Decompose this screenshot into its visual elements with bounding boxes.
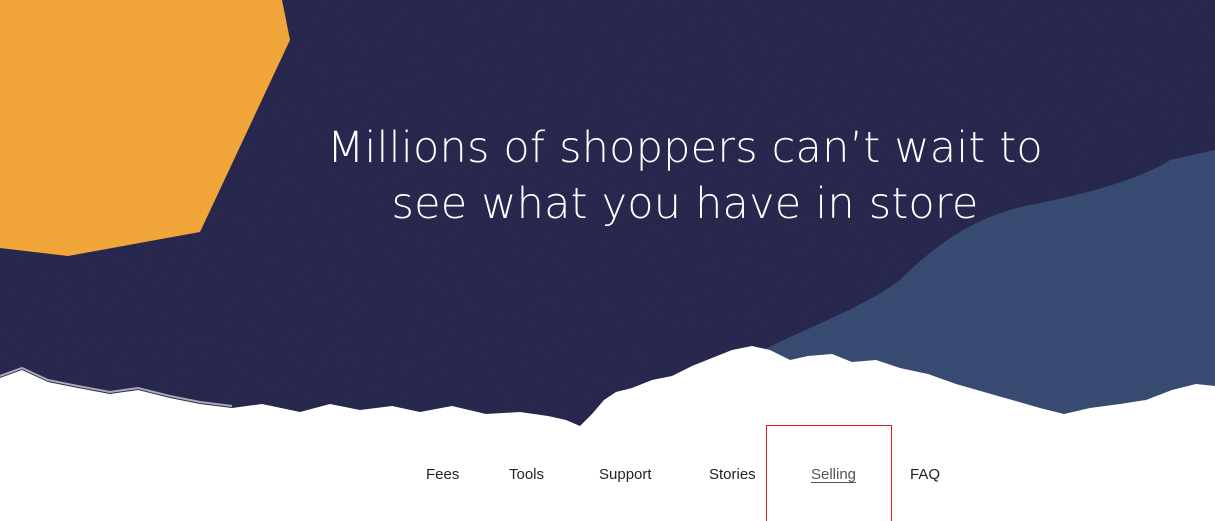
section-nav: Fees Tools Support Stories Selling FAQ <box>0 466 1215 488</box>
nav-stories[interactable]: Stories <box>709 466 756 483</box>
hero-banner: Millions of shoppers can’t wait to see w… <box>0 0 1215 440</box>
nav-support[interactable]: Support <box>599 466 652 483</box>
highlight-box <box>766 425 892 521</box>
nav-fees[interactable]: Fees <box>426 466 459 483</box>
hero-headline-line-1: Millions of shoppers can’t wait to <box>327 123 1043 173</box>
hero-headline: Millions of shoppers can’t wait to see w… <box>0 120 1215 232</box>
nav-faq[interactable]: FAQ <box>910 466 940 483</box>
hero-headline-line-2: see what you have in store <box>391 179 979 229</box>
nav-tools[interactable]: Tools <box>509 466 544 483</box>
